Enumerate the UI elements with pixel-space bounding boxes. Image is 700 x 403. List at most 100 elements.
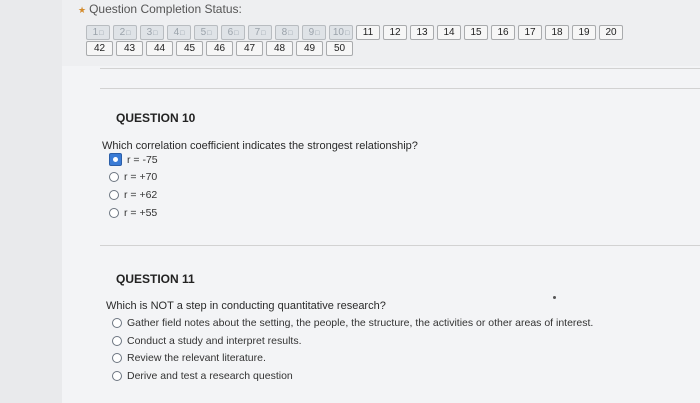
- question-number-label: 4: [173, 27, 180, 38]
- radio-icon[interactable]: [112, 335, 122, 346]
- question-2-button[interactable]: 2□: [113, 25, 137, 40]
- question-3-button[interactable]: 3□: [140, 25, 164, 40]
- radio-selected-icon[interactable]: [109, 153, 122, 166]
- question-5-button[interactable]: 5□: [194, 25, 218, 40]
- question-number-label: 6: [227, 27, 234, 38]
- question-6-button[interactable]: 6□: [221, 25, 245, 40]
- answer-option-label: Review the relevant literature.: [127, 352, 266, 364]
- question-20-button[interactable]: 20: [599, 25, 623, 40]
- question-number-label: 9: [308, 27, 315, 38]
- answer-option[interactable]: Conduct a study and interpret results.: [112, 335, 302, 347]
- answered-check-icon: □: [234, 30, 239, 37]
- answer-option-label: Gather field notes about the setting, th…: [127, 317, 594, 329]
- answered-check-icon: □: [207, 30, 212, 37]
- divider: [100, 245, 700, 246]
- answer-option[interactable]: Review the relevant literature.: [112, 352, 266, 364]
- divider: [100, 68, 700, 69]
- answer-option-label: r = -75: [127, 153, 158, 166]
- question-48-button[interactable]: 48: [266, 41, 293, 56]
- answered-check-icon: □: [344, 30, 350, 37]
- question-10-text: Which correlation coefficient indicates …: [102, 140, 418, 152]
- answer-option-label: Derive and test a research question: [127, 369, 293, 382]
- question-number-label: 48: [273, 43, 286, 54]
- question-1-button[interactable]: 1□: [86, 25, 110, 40]
- question-number-label: 8: [281, 27, 288, 38]
- answered-check-icon: □: [288, 30, 293, 37]
- answered-check-icon: □: [315, 30, 320, 37]
- answered-check-icon: □: [261, 30, 266, 37]
- question-number-label: 47: [243, 43, 256, 54]
- question-number-label: 17: [524, 27, 536, 38]
- answer-option[interactable]: Derive and test a research question: [112, 370, 293, 382]
- question-45-button[interactable]: 45: [176, 41, 203, 56]
- question-number-label: 42: [93, 43, 106, 54]
- question-number-label: 19: [578, 27, 590, 38]
- divider: [100, 88, 700, 89]
- question-number-label: 11: [362, 27, 374, 38]
- question-number-label: 15: [470, 27, 482, 38]
- question-number-label: 1: [92, 27, 99, 38]
- answer-option[interactable]: Gather field notes about the setting, th…: [112, 317, 593, 329]
- answered-check-icon: □: [153, 30, 158, 37]
- question-number-label: 44: [153, 43, 166, 54]
- answer-option[interactable]: r = -75: [109, 153, 158, 166]
- answer-option[interactable]: r = +70: [109, 171, 157, 183]
- question-buttons-row-2: 42 43 44 45 46 47 48 49 50: [86, 41, 353, 56]
- question-17-button[interactable]: 17: [518, 25, 542, 40]
- question-10-title: QUESTION 10: [116, 111, 196, 125]
- speck: [553, 296, 556, 299]
- radio-icon[interactable]: [109, 172, 119, 182]
- question-number-label: 14: [443, 27, 455, 38]
- question-18-button[interactable]: 18: [545, 25, 569, 40]
- radio-icon[interactable]: [109, 190, 119, 200]
- question-number-label: 45: [183, 43, 196, 54]
- answer-option-label: r = +62: [124, 189, 158, 201]
- question-10-button[interactable]: 10□: [329, 25, 353, 40]
- question-11-text: Which is NOT a step in conducting quanti…: [106, 300, 386, 312]
- completion-status-title: ★ Question Completion Status:: [78, 2, 242, 16]
- question-number-label: 43: [123, 43, 136, 54]
- question-19-button[interactable]: 19: [572, 25, 596, 40]
- answer-option-label: Conduct a study and interpret results.: [127, 334, 302, 347]
- question-number-label: 2: [119, 27, 126, 38]
- radio-icon[interactable]: [112, 370, 122, 381]
- answer-option[interactable]: r = +55: [109, 207, 157, 219]
- question-49-button[interactable]: 49: [296, 41, 323, 56]
- question-14-button[interactable]: 14: [437, 25, 461, 40]
- answered-check-icon: □: [180, 30, 185, 37]
- question-47-button[interactable]: 47: [236, 41, 263, 56]
- answered-check-icon: □: [99, 30, 104, 37]
- radio-icon[interactable]: [112, 353, 122, 363]
- question-12-button[interactable]: 12: [383, 25, 407, 40]
- question-15-button[interactable]: 15: [464, 25, 488, 40]
- question-4-button[interactable]: 4□: [167, 25, 191, 40]
- question-43-button[interactable]: 43: [116, 41, 143, 56]
- question-11-title: QUESTION 11: [116, 272, 195, 286]
- question-number-label: 3: [146, 27, 153, 38]
- question-number-label: 20: [605, 27, 617, 38]
- question-buttons-row-1: 1□ 2□ 3□ 4□ 5□ 6□ 7□ 8□ 9□ 10□ 11 12 13 14 15 16 17 18 19 2…: [86, 25, 623, 40]
- answer-option-label: r = +55: [124, 207, 158, 219]
- answer-option[interactable]: r = +62: [109, 189, 157, 201]
- radio-icon[interactable]: [112, 318, 122, 328]
- question-8-button[interactable]: 8□: [275, 25, 299, 40]
- question-46-button[interactable]: 46: [206, 41, 233, 56]
- question-number-label: 12: [389, 27, 401, 38]
- star-icon: ★: [78, 5, 87, 15]
- question-number-label: 10: [332, 27, 344, 38]
- question-11-button[interactable]: 11: [356, 25, 380, 40]
- completion-status-label: Question Completion Status:: [89, 2, 242, 16]
- question-42-button[interactable]: 42: [86, 41, 113, 56]
- question-number-label: 50: [333, 43, 346, 54]
- question-number-label: 16: [497, 27, 509, 38]
- question-number-label: 5: [200, 27, 207, 38]
- radio-icon[interactable]: [109, 208, 119, 218]
- question-50-button[interactable]: 50: [326, 41, 353, 56]
- question-13-button[interactable]: 13: [410, 25, 434, 40]
- answered-check-icon: □: [126, 30, 131, 37]
- question-7-button[interactable]: 7□: [248, 25, 272, 40]
- question-9-button[interactable]: 9□: [302, 25, 326, 40]
- question-44-button[interactable]: 44: [146, 41, 173, 56]
- question-16-button[interactable]: 16: [491, 25, 515, 40]
- question-number-label: 49: [303, 43, 316, 54]
